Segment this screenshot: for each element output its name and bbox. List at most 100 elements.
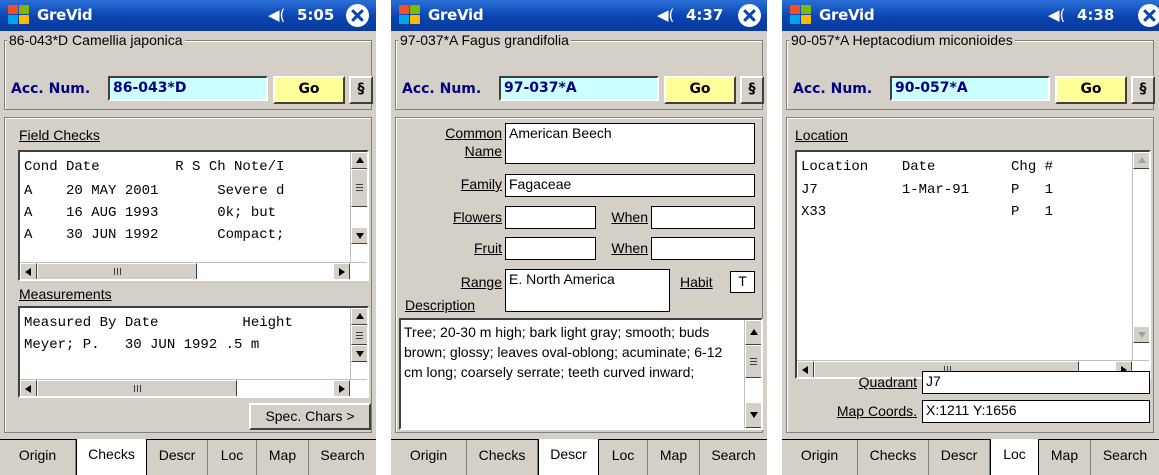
windows-flag-icon[interactable]: [789, 4, 813, 26]
clock[interactable]: 4:38: [1077, 6, 1114, 24]
scroll-down-button[interactable]: [351, 227, 367, 244]
list-item[interactable]: A 20 MAY 2001 Severe d: [24, 183, 284, 199]
tab-loc[interactable]: Loc: [599, 440, 648, 475]
acc-num-label: Acc. Num.: [793, 81, 873, 97]
go-button[interactable]: Go: [1055, 76, 1127, 104]
close-icon[interactable]: [346, 4, 369, 27]
speaker-icon[interactable]: ◀︎(: [1048, 6, 1065, 24]
speaker-icon[interactable]: ◀︎(: [268, 6, 285, 24]
scroll-left-button[interactable]: [20, 263, 37, 279]
close-icon[interactable]: [738, 4, 761, 27]
title-bar: GreVid ◀︎( 4:38: [782, 0, 1159, 31]
scroll-up-button[interactable]: [351, 152, 367, 169]
clock[interactable]: 5:05: [297, 6, 334, 24]
acc-num-input[interactable]: 86-043*D: [108, 76, 268, 101]
acc-num-input[interactable]: 97-037*A: [499, 76, 659, 101]
family-label: Family: [460, 176, 502, 192]
acc-num-input[interactable]: 90-057*A: [890, 76, 1050, 101]
section-button[interactable]: §: [1131, 76, 1155, 104]
tab-loc[interactable]: Loc: [990, 439, 1039, 475]
scroll-right-button[interactable]: [333, 263, 350, 279]
common-name-field[interactable]: American Beech: [505, 123, 755, 164]
map-coords-field[interactable]: X:1211 Y:1656: [922, 400, 1150, 423]
habit-field[interactable]: T: [730, 271, 755, 293]
spec-chars-button[interactable]: Spec. Chars >: [249, 403, 371, 430]
scroll-right-button[interactable]: [333, 380, 350, 396]
app-title: GreVid: [819, 6, 875, 24]
location-list[interactable]: Location Date Chg # J7 1-Mar-91 P 1 X33 …: [795, 150, 1151, 379]
scroll-thumb[interactable]: [745, 345, 761, 378]
app-title: GreVid: [37, 6, 93, 24]
tab-map[interactable]: Map: [1039, 440, 1091, 475]
horizontal-scrollbar[interactable]: [20, 262, 367, 279]
clock[interactable]: 4:37: [686, 6, 723, 24]
quadrant-label: Quadrant: [858, 374, 917, 390]
tab-search[interactable]: Search: [309, 440, 376, 475]
measurements-label: Measurements: [19, 286, 112, 302]
measurements-list[interactable]: Measured By Date Height Meyer; P. 30 JUN…: [18, 306, 369, 398]
family-field[interactable]: Fagaceae: [505, 174, 755, 197]
title-bar: GreVid ◀︎( 5:05: [0, 0, 376, 31]
scroll-thumb[interactable]: [37, 263, 197, 279]
tab-loc[interactable]: Loc: [208, 440, 257, 475]
scroll-down-button[interactable]: [1133, 326, 1149, 343]
tab-origin[interactable]: Origin: [782, 440, 858, 475]
fruit-when-label: When: [611, 240, 648, 256]
tab-checks[interactable]: Checks: [467, 440, 538, 475]
flowers-field[interactable]: [505, 206, 596, 229]
tab-checks[interactable]: Checks: [858, 440, 929, 475]
tab-descr[interactable]: Descr: [538, 439, 599, 475]
speaker-icon[interactable]: ◀︎(: [657, 6, 674, 24]
list-header: Measured By Date Height: [24, 315, 293, 331]
scroll-down-button[interactable]: [745, 402, 761, 428]
list-item[interactable]: Meyer; P. 30 JUN 1992 .5 m: [24, 337, 259, 353]
vertical-scrollbar[interactable]: [350, 152, 367, 262]
go-button[interactable]: Go: [273, 76, 345, 104]
scroll-down-button[interactable]: [351, 345, 367, 362]
vertical-scrollbar[interactable]: [1132, 152, 1149, 360]
list-item[interactable]: A 16 AUG 1993 0k; but: [24, 205, 284, 221]
section-button[interactable]: §: [349, 76, 373, 104]
section-button[interactable]: §: [740, 76, 764, 104]
title-bar: GreVid ◀︎( 4:37: [391, 0, 767, 31]
scroll-up-button[interactable]: [1133, 152, 1149, 169]
tab-descr[interactable]: Descr: [929, 440, 990, 475]
fruit-when-field[interactable]: [651, 237, 755, 260]
fruit-field[interactable]: [505, 237, 596, 260]
vertical-scrollbar[interactable]: [744, 320, 761, 428]
scroll-thumb[interactable]: [37, 380, 237, 396]
windows-flag-icon[interactable]: [7, 4, 31, 26]
go-button[interactable]: Go: [664, 76, 736, 104]
windows-flag-icon[interactable]: [398, 4, 422, 26]
scroll-thumb[interactable]: [351, 325, 367, 345]
vertical-scrollbar[interactable]: [350, 308, 367, 379]
description-text: Tree; 20-30 m high; bark light gray; smo…: [404, 324, 723, 380]
tab-descr[interactable]: Descr: [147, 440, 208, 475]
list-item[interactable]: X33 P 1: [801, 204, 1053, 220]
quadrant-field[interactable]: J7: [922, 371, 1150, 394]
scroll-left-button[interactable]: [20, 380, 37, 396]
tab-map[interactable]: Map: [648, 440, 700, 475]
tab-search[interactable]: Search: [700, 440, 767, 475]
list-item[interactable]: J7 1-Mar-91 P 1: [801, 182, 1053, 198]
scroll-up-button[interactable]: [351, 308, 367, 325]
tab-checks[interactable]: Checks: [76, 439, 147, 475]
field-checks-list[interactable]: Cond Date R S Ch Note/I A 20 MAY 2001 Se…: [18, 150, 369, 281]
tab-origin[interactable]: Origin: [0, 440, 76, 475]
tab-search[interactable]: Search: [1091, 440, 1159, 475]
close-icon[interactable]: [1138, 4, 1159, 27]
horizontal-scrollbar[interactable]: [20, 379, 367, 396]
flowers-label: Flowers: [452, 209, 502, 225]
description-textarea[interactable]: Tree; 20-30 m high; bark light gray; smo…: [399, 318, 763, 430]
flowers-when-field[interactable]: [651, 206, 755, 229]
range-field[interactable]: E. North America: [505, 269, 670, 312]
list-item[interactable]: A 30 JUN 1992 Compact;: [24, 227, 284, 243]
description-label: Description: [405, 297, 476, 313]
range-label: Range: [460, 274, 502, 290]
acc-num-label: Acc. Num.: [402, 81, 482, 97]
scroll-up-button[interactable]: [745, 320, 761, 345]
location-label: Location: [795, 127, 848, 143]
scroll-thumb[interactable]: [351, 169, 367, 207]
tab-map[interactable]: Map: [257, 440, 309, 475]
tab-origin[interactable]: Origin: [391, 440, 467, 475]
